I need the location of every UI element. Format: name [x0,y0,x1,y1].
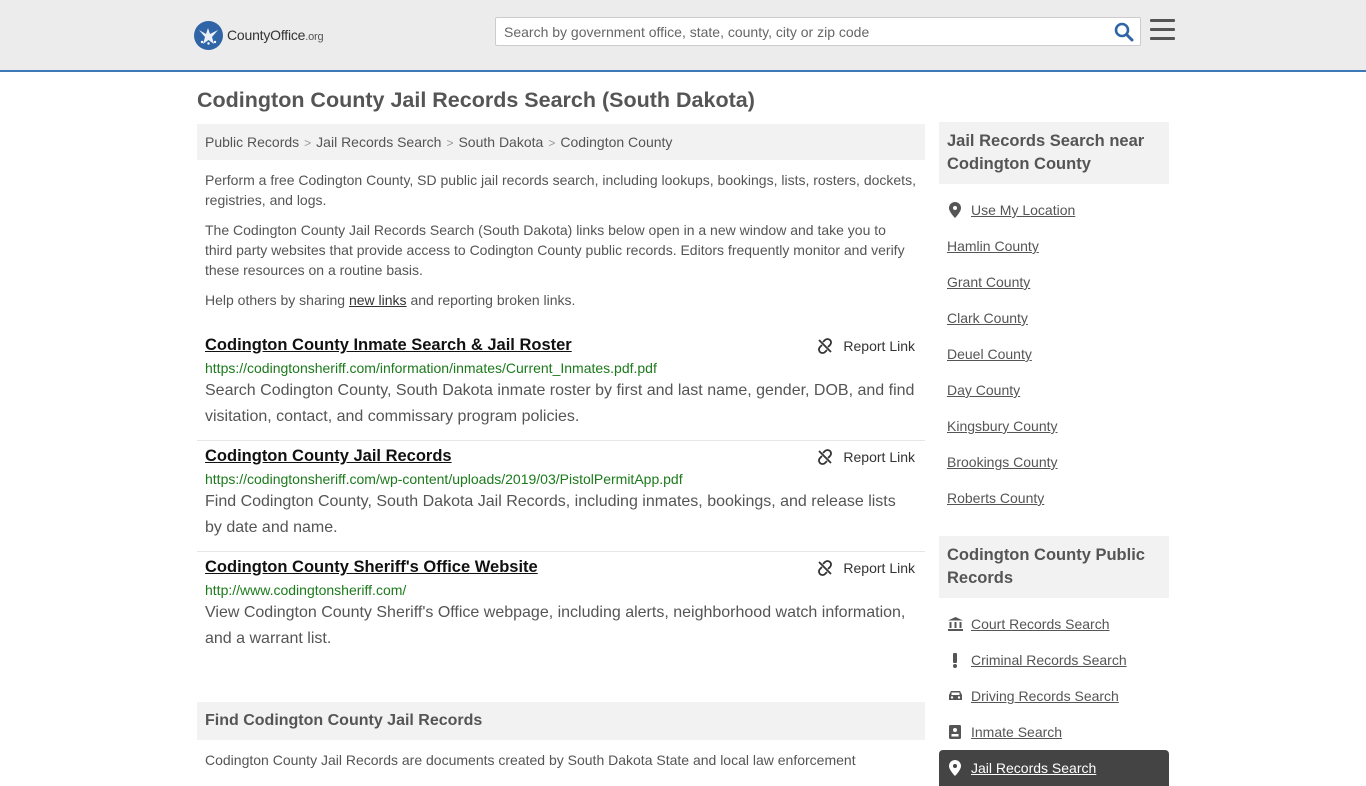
breadcrumb-separator-icon: > [304,136,312,150]
sidebar-item-nearby[interactable]: Brookings County [947,444,1161,480]
sidebar-item-jail-records-active[interactable]: Jail Records Search [939,750,1169,786]
hamburger-menu-icon[interactable] [1150,19,1175,41]
nearby-county-link[interactable]: Grant County [947,274,1030,290]
nearby-county-link[interactable]: Kingsbury County [947,418,1058,434]
result-title-link[interactable]: Codington County Jail Records [205,447,452,466]
logo-emblem-icon [194,20,223,50]
logo-suffix: .org [305,31,324,43]
breadcrumb-codington-county: Codington County [560,134,673,150]
intro-text: Perform a free Codington County, SD publ… [197,170,925,310]
site-header: CountyOffice.org [0,0,1366,72]
report-link-button[interactable]: Report Link [817,338,915,354]
breadcrumb: Public Records > Jail Records Search > South… [197,124,925,160]
main-content: Public Records > Jail Records Search > South… [197,124,925,770]
car-icon [947,690,963,702]
driving-records-link[interactable]: Driving Records Search [971,688,1119,704]
sidebar-item-nearby[interactable]: Grant County [947,264,1161,300]
breadcrumb-public-records[interactable]: Public Records [205,134,299,150]
sidebar-use-location[interactable]: Use My Location [947,192,1161,228]
intro-paragraph-2: The Codington County Jail Records Search… [205,222,905,278]
search-input[interactable] [496,18,1096,45]
result-item: Codington County Inmate Search & Jail Ro… [197,330,925,441]
result-url: https://codingtonsheriff.com/wp-content/… [205,471,683,487]
result-description: Search Codington County, South Dakota in… [205,382,915,425]
result-description: Find Codington County, South Dakota Jail… [205,493,896,536]
search-bar [495,17,1141,46]
results-list: Codington County Inmate Search & Jail Ro… [197,330,925,662]
page-title: Codington County Jail Records Search (So… [197,88,755,112]
location-pin-icon [947,760,963,776]
sidebar-item-nearby[interactable]: Deuel County [947,336,1161,372]
sidebar-item-nearby[interactable]: Roberts County [947,480,1161,516]
sidebar-public-list: Court Records Search Criminal Records Se… [939,598,1169,786]
broken-link-icon [818,338,833,354]
sidebar: Jail Records Search near Codington Count… [939,122,1169,786]
nearby-county-link[interactable]: Hamlin County [947,238,1039,254]
sidebar-item-nearby[interactable]: Hamlin County [947,228,1161,264]
sidebar-nearby-heading: Jail Records Search near Codington Count… [939,122,1169,184]
breadcrumb-south-dakota[interactable]: South Dakota [458,134,543,150]
sidebar-item-nearby[interactable]: Day County [947,372,1161,408]
new-links-link[interactable]: new links [349,292,407,308]
result-description: View Codington County Sheriff's Office w… [205,604,906,647]
result-title-link[interactable]: Codington County Inmate Search & Jail Ro… [205,336,572,355]
breadcrumb-jail-records-search[interactable]: Jail Records Search [316,134,441,150]
report-link-label: Report Link [843,449,915,465]
sidebar-public-heading: Codington County Public Records [939,536,1169,598]
sidebar-item-criminal-records[interactable]: Criminal Records Search [947,642,1161,678]
broken-link-icon [818,449,833,465]
result-item: Codington County Jail Records Report Lin… [197,441,925,552]
sidebar-item-nearby[interactable]: Kingsbury County [947,408,1161,444]
site-logo[interactable]: CountyOffice.org [194,20,324,50]
sidebar-item-nearby[interactable]: Clark County [947,300,1161,336]
report-link-label: Report Link [843,338,915,354]
result-url: https://codingtonsheriff.com/information… [205,360,657,376]
intro-paragraph-3: Help others by sharing new links and rep… [205,290,917,310]
search-icon[interactable] [1114,22,1134,42]
intro-help-after: and reporting broken links. [406,292,576,308]
inmate-search-link[interactable]: Inmate Search [971,724,1062,740]
use-location-link[interactable]: Use My Location [971,202,1075,218]
nearby-county-link[interactable]: Clark County [947,310,1028,326]
sidebar-item-court-records[interactable]: Court Records Search [947,606,1161,642]
courthouse-icon [947,617,963,631]
sidebar-item-driving-records[interactable]: Driving Records Search [947,678,1161,714]
result-item: Codington County Sheriff's Office Websit… [197,552,925,662]
criminal-records-link[interactable]: Criminal Records Search [971,652,1127,668]
nearby-county-link[interactable]: Deuel County [947,346,1032,362]
nearby-county-link[interactable]: Day County [947,382,1020,398]
find-text: Codington County Jail Records are docume… [205,752,856,768]
nearby-county-link[interactable]: Brookings County [947,454,1058,470]
court-records-link[interactable]: Court Records Search [971,616,1110,632]
intro-paragraph-1: Perform a free Codington County, SD publ… [205,172,916,208]
exclamation-icon [947,652,963,668]
intro-help-before: Help others by sharing [205,292,349,308]
location-pin-icon [947,202,963,218]
report-link-button[interactable]: Report Link [817,560,915,576]
logo-text: CountyOffice.org [227,27,324,43]
sidebar-item-inmate-search[interactable]: Inmate Search [947,714,1161,750]
find-heading: Find Codington County Jail Records [197,702,925,740]
breadcrumb-separator-icon: > [548,136,556,150]
result-url: http://www.codingtonsheriff.com/ [205,582,407,598]
report-link-button[interactable]: Report Link [817,449,915,465]
jail-records-link[interactable]: Jail Records Search [971,760,1096,776]
result-title-link[interactable]: Codington County Sheriff's Office Websit… [205,558,538,577]
report-link-label: Report Link [843,560,915,576]
nearby-county-link[interactable]: Roberts County [947,490,1044,506]
breadcrumb-separator-icon: > [446,136,454,150]
id-badge-icon [947,725,963,739]
logo-main: CountyOffice [227,27,306,43]
broken-link-icon [818,560,833,576]
sidebar-nearby-list: Use My Location Hamlin County Grant Coun… [939,184,1169,516]
